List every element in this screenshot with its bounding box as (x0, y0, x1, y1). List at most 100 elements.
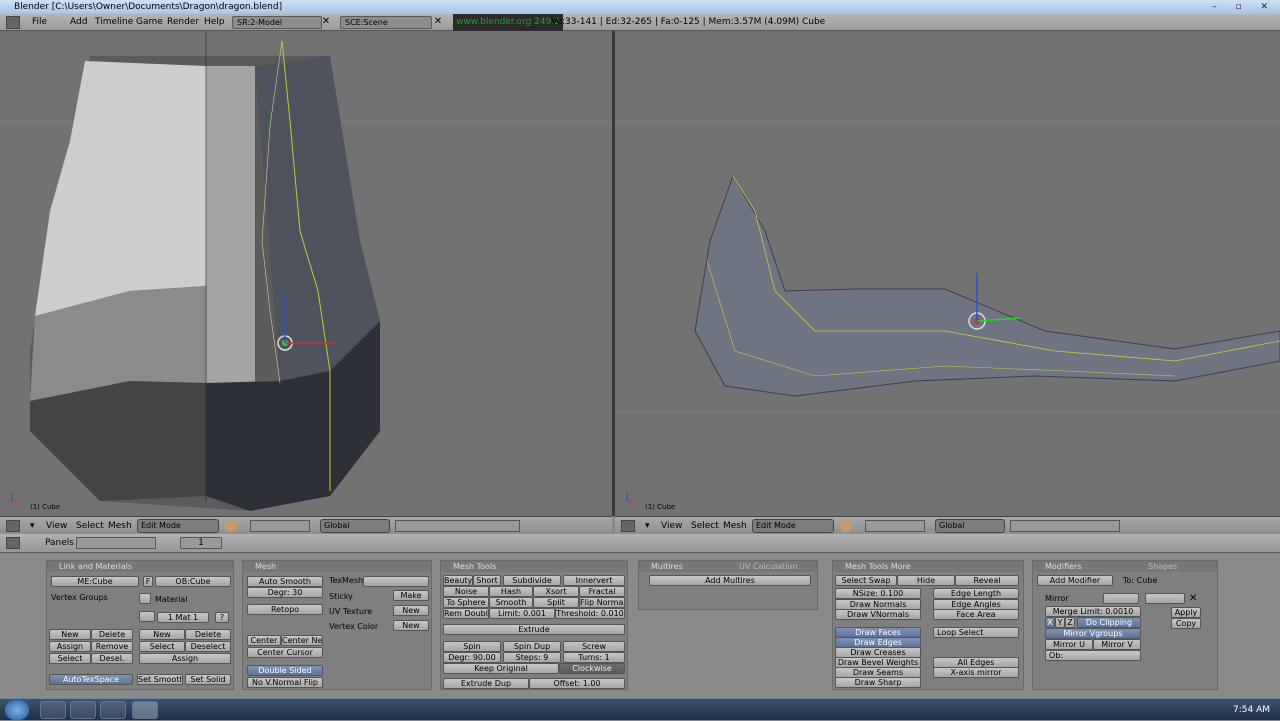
menu-file[interactable]: File (32, 14, 47, 31)
center-new-button[interactable]: Center New (281, 635, 323, 646)
spin-dup-button[interactable]: Spin Dup (503, 641, 561, 652)
material-help-button[interactable]: ? (215, 612, 229, 623)
steps-field[interactable]: Steps: 9 (503, 652, 561, 663)
vgroup-delete-button[interactable]: Delete (91, 629, 133, 640)
xaxis-mirror-toggle[interactable]: X-axis mirror (933, 667, 1019, 678)
to-sphere-button[interactable]: To Sphere (443, 597, 489, 608)
mirror-y-toggle[interactable]: Y (1055, 617, 1065, 628)
blender-org-link[interactable]: www.blender.org 249.2 (453, 14, 563, 31)
pivot-icons[interactable] (865, 520, 925, 532)
modifier-visibility-icons[interactable] (1103, 593, 1139, 604)
fake-user-button[interactable]: F (143, 576, 153, 587)
taskbar-blender-icon[interactable] (132, 701, 158, 719)
collapse-icon[interactable]: ▾ (30, 517, 35, 535)
menu-mesh[interactable]: Mesh (723, 517, 747, 535)
uv-texture-new-button[interactable]: New (393, 605, 429, 616)
object-datablock-field[interactable]: OB:Cube (155, 576, 231, 587)
face-area-toggle[interactable]: Face Area (933, 609, 1019, 620)
clockwise-toggle[interactable]: Clockwise (559, 663, 625, 674)
menu-select[interactable]: Select (76, 517, 104, 535)
xsort-button[interactable]: Xsort (533, 586, 579, 597)
draw-type-icon[interactable] (225, 520, 237, 532)
select-swap-button[interactable]: Select Swap (835, 575, 897, 586)
spin-degree-field[interactable]: Degr: 90.00 (443, 652, 501, 663)
sticky-make-button[interactable]: Make (393, 590, 429, 601)
vgroup-new-button[interactable]: New (49, 629, 91, 640)
edge-length-toggle[interactable]: Edge Length (933, 588, 1019, 599)
vgroup-deselect-button[interactable]: Desel. (91, 653, 133, 664)
limit-field[interactable]: Limit: 0.001 (489, 608, 555, 619)
mirror-x-toggle[interactable]: X (1045, 617, 1055, 628)
mesh-datablock-field[interactable]: ME:Cube (51, 576, 139, 587)
noise-button[interactable]: Noise (443, 586, 489, 597)
set-solid-button[interactable]: Set Solid (185, 674, 231, 685)
center-button[interactable]: Center (247, 635, 281, 646)
merge-limit-field[interactable]: Merge Limit: 0.0010 (1045, 606, 1141, 617)
reveal-button[interactable]: Reveal (955, 575, 1019, 586)
hash-button[interactable]: Hash (489, 586, 533, 597)
vgroup-assign-button[interactable]: Assign (49, 641, 91, 652)
menu-view[interactable]: View (661, 517, 682, 535)
extrude-dup-button[interactable]: Extrude Dup (443, 678, 529, 689)
mirror-object-field[interactable]: Ob: (1045, 650, 1141, 661)
spin-button[interactable]: Spin (443, 641, 501, 652)
scene-selector[interactable]: SCE:Scene (340, 16, 432, 29)
beauty-toggle[interactable]: Beauty (443, 575, 473, 586)
orientation-selector[interactable]: Global (320, 519, 390, 533)
collapse-icon[interactable]: ▾ (645, 517, 650, 535)
viewport-right[interactable]: (1) Cube (615, 31, 1280, 516)
editor-type-icon[interactable] (6, 537, 20, 549)
scene-close-icon[interactable]: ✕ (432, 16, 444, 29)
screen-selector[interactable]: SR:2-Model (232, 16, 322, 29)
menu-help[interactable]: Help (204, 14, 225, 31)
vertex-color-new-button[interactable]: New (393, 620, 429, 631)
offset-field[interactable]: Offset: 1.00 (529, 678, 625, 689)
mirror-z-toggle[interactable]: Z (1065, 617, 1075, 628)
texmesh-field[interactable] (363, 576, 429, 587)
split-button[interactable]: Split (533, 597, 579, 608)
snap-select-mode-icons[interactable] (395, 520, 520, 532)
orientation-selector[interactable]: Global (935, 519, 1005, 533)
taskbar-explorer-icon[interactable] (40, 701, 66, 719)
mirror-u-toggle[interactable]: Mirror U (1045, 639, 1093, 650)
material-deselect-button[interactable]: Deselect (185, 641, 231, 652)
vgroup-remove-button[interactable]: Remove (91, 641, 133, 652)
extrude-button[interactable]: Extrude (443, 624, 625, 635)
snap-select-mode-icons[interactable] (1010, 520, 1120, 532)
start-button-icon[interactable] (5, 700, 29, 720)
no-vnormal-flip-toggle[interactable]: No V.Normal Flip (247, 677, 323, 688)
subdivide-button[interactable]: Subdivide (503, 575, 561, 586)
menu-timeline[interactable]: Timeline (95, 14, 133, 31)
screen-close-icon[interactable]: ✕ (320, 16, 332, 29)
modifier-name-mirror[interactable]: Mirror (1045, 594, 1069, 603)
center-cursor-button[interactable]: Center Cursor (247, 647, 323, 658)
hide-button[interactable]: Hide (897, 575, 955, 586)
draw-sharp-toggle[interactable]: Draw Sharp (835, 677, 921, 688)
menu-select[interactable]: Select (691, 517, 719, 535)
rem-doubles-button[interactable]: Rem Doubl (443, 608, 489, 619)
taskbar-ie-icon[interactable] (70, 701, 96, 719)
material-index-field[interactable]: 1 Mat 1 (157, 612, 209, 623)
taskbar-media-icon[interactable] (100, 701, 126, 719)
vgroup-select-button[interactable]: Select (49, 653, 91, 664)
editor-type-icon[interactable] (6, 520, 20, 532)
double-sided-toggle[interactable]: Double Sided (247, 665, 323, 676)
material-assign-button[interactable]: Assign (139, 653, 231, 664)
menu-render[interactable]: Render (167, 14, 199, 31)
draw-type-icon[interactable] (840, 520, 852, 532)
material-select-button[interactable]: Select (139, 641, 185, 652)
menu-game[interactable]: Game (136, 14, 163, 31)
keep-original-toggle[interactable]: Keep Original (443, 663, 559, 674)
panels-menu[interactable]: Panels (45, 534, 74, 553)
modifier-move-icons[interactable] (1145, 593, 1185, 604)
material-browse-icon[interactable] (139, 593, 151, 604)
normal-size-field[interactable]: NSize: 0.100 (835, 588, 921, 599)
do-clipping-toggle[interactable]: Do Clipping (1077, 617, 1141, 628)
auto-smooth-toggle[interactable]: Auto Smooth (247, 576, 323, 587)
threshold-field[interactable]: Threshold: 0.010 (555, 608, 625, 619)
screw-button[interactable]: Screw (563, 641, 625, 652)
draw-vnormals-toggle[interactable]: Draw VNormals (835, 609, 921, 620)
tab-shapes[interactable]: Shapes (1148, 561, 1177, 572)
material-color-swatch[interactable] (139, 611, 155, 622)
add-modifier-dropdown[interactable]: Add Modifier (1037, 575, 1113, 586)
